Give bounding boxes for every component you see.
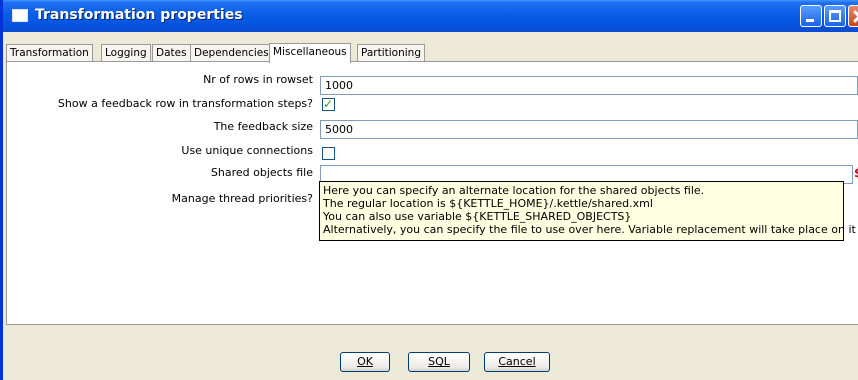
close-button[interactable] bbox=[848, 5, 858, 27]
tooltip-line: Alternatively, you can specify the file … bbox=[323, 223, 858, 236]
window-title: Transformation properties bbox=[35, 7, 243, 23]
shared-objects-tooltip: Here you can specify an alternate locati… bbox=[319, 181, 858, 241]
tab-logging[interactable]: Logging bbox=[101, 44, 151, 62]
unique-connections-label: Use unique connections bbox=[181, 144, 313, 157]
feedback-size-label: The feedback size bbox=[213, 120, 313, 133]
unique-connections-checkbox[interactable] bbox=[322, 147, 335, 160]
tab-miscellaneous[interactable]: Miscellaneous bbox=[269, 43, 351, 63]
title-bar[interactable]: Transformation properties bbox=[3, 0, 858, 32]
tooltip-line: You can also use variable ${KETTLE_SHARE… bbox=[323, 210, 632, 223]
tab-partitioning[interactable]: Partitioning bbox=[357, 44, 425, 62]
manage-thread-priorities-label: Manage thread priorities? bbox=[171, 192, 313, 205]
maximize-button[interactable] bbox=[824, 5, 846, 27]
tooltip-line: The regular location is ${KETTLE_HOME}/.… bbox=[323, 197, 653, 210]
tab-dependencies[interactable]: Dependencies bbox=[190, 44, 273, 62]
minimize-button[interactable] bbox=[800, 5, 822, 27]
feedback-size-input[interactable]: 5000 bbox=[320, 120, 858, 139]
feedback-row-checkbox[interactable]: ✓ bbox=[322, 97, 335, 111]
checkmark-icon: ✓ bbox=[323, 97, 334, 111]
rows-in-rowset-input[interactable]: 1000 bbox=[320, 76, 858, 95]
feedback-row-label: Show a feedback row in transformation st… bbox=[57, 97, 313, 110]
rows-in-rowset-label: Nr of rows in rowset bbox=[203, 73, 313, 86]
dialog-window: Transformation properties Transformation… bbox=[0, 0, 858, 380]
cancel-button[interactable]: Cancel bbox=[484, 352, 550, 372]
tab-transformation[interactable]: Transformation bbox=[6, 44, 93, 62]
variable-dollar-icon[interactable]: $ bbox=[854, 166, 858, 180]
window-icon bbox=[12, 9, 28, 22]
tab-dates[interactable]: Dates bbox=[152, 44, 191, 62]
ok-button[interactable]: OK bbox=[340, 352, 390, 372]
shared-objects-file-label: Shared objects file bbox=[210, 166, 313, 179]
tooltip-line: Here you can specify an alternate locati… bbox=[323, 184, 705, 197]
sql-button[interactable]: SQL bbox=[408, 352, 470, 372]
